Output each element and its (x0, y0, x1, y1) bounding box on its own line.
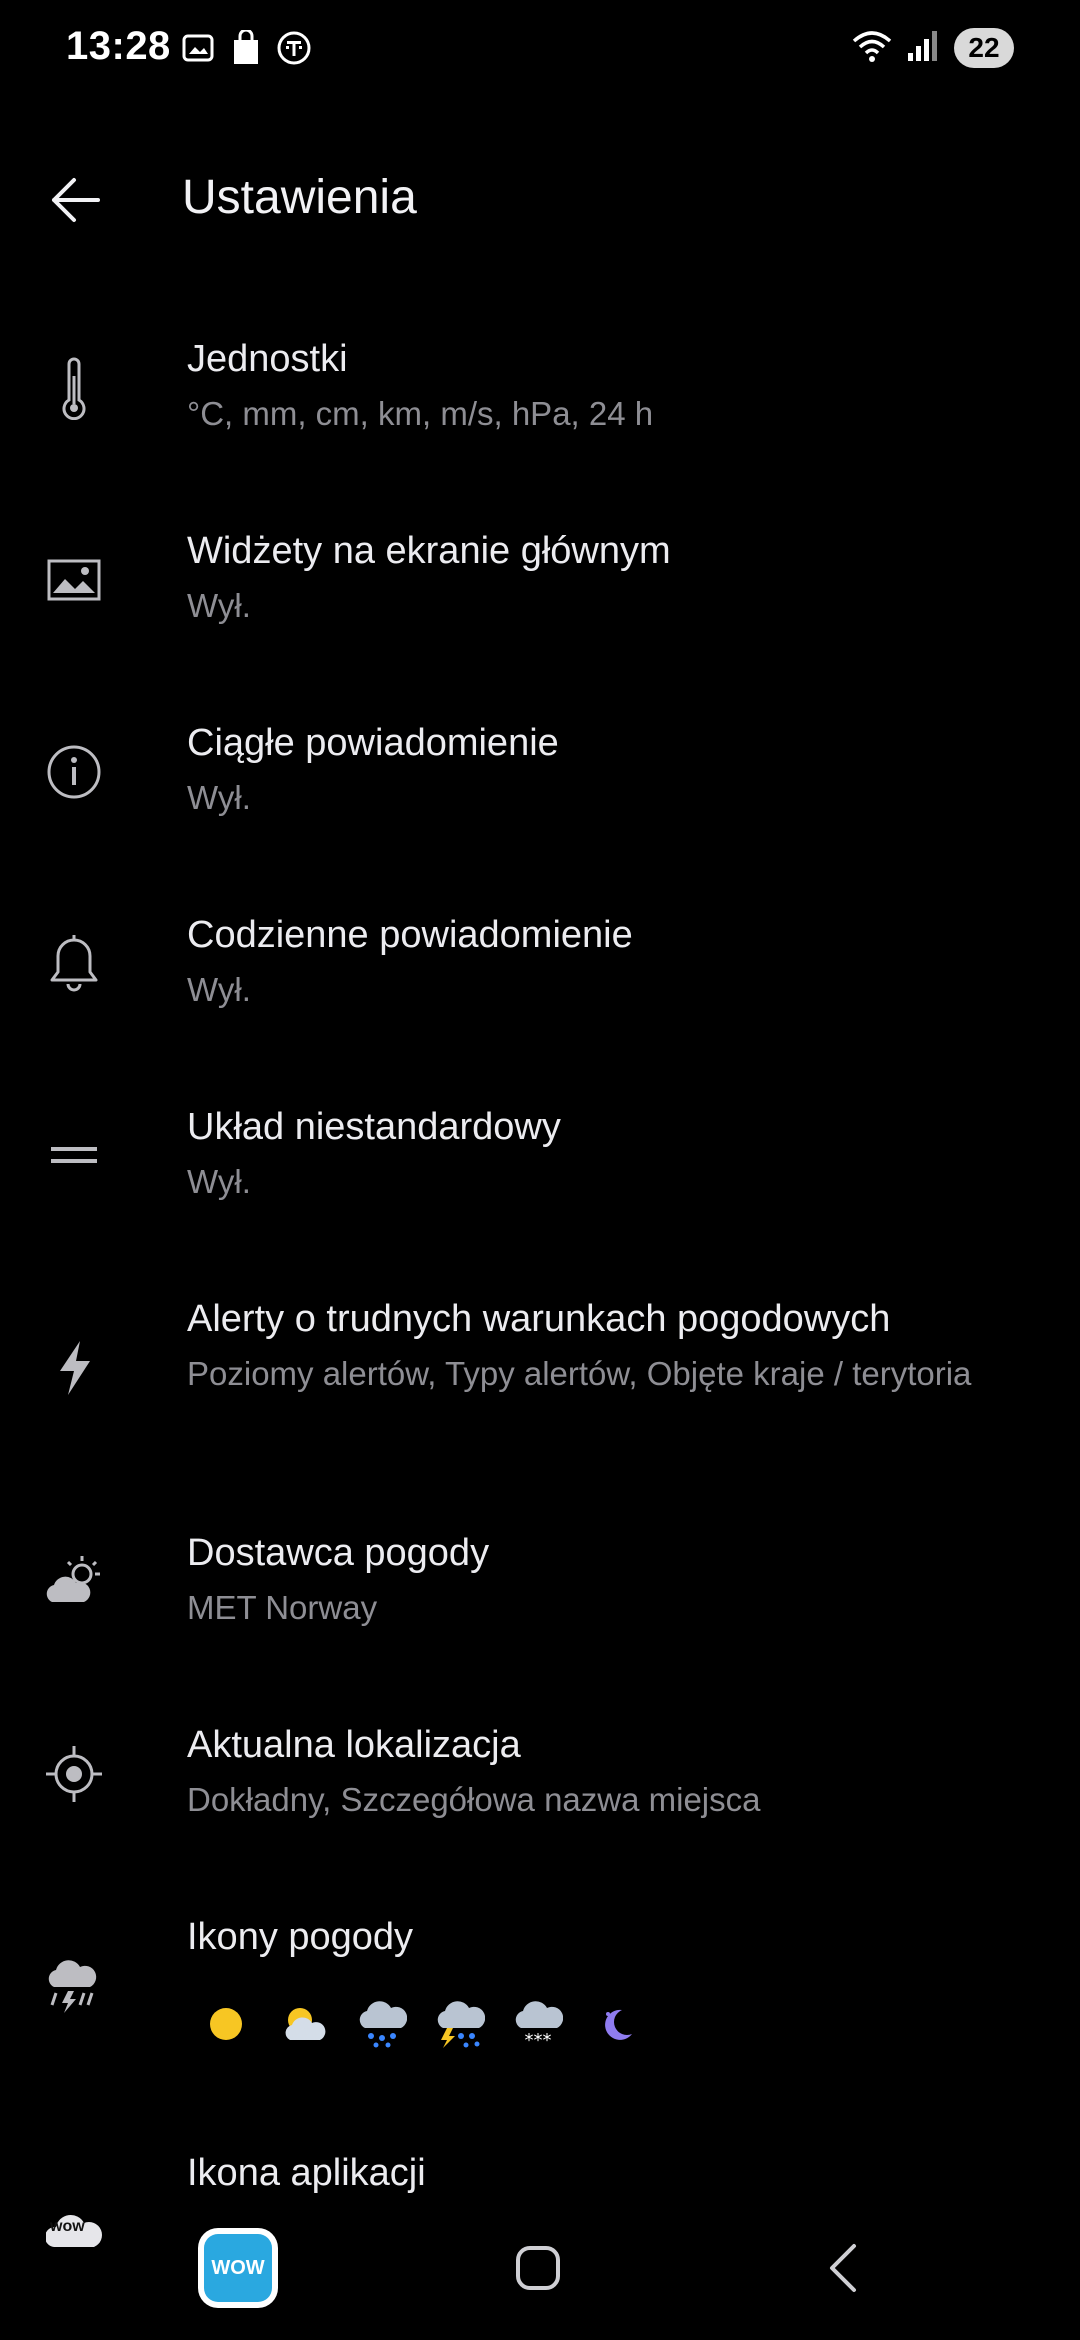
nav-back-button[interactable] (822, 2242, 866, 2294)
setting-daily-notification-title: Codzienne powiadomienie (187, 914, 633, 956)
setting-units-subtitle: °C, mm, cm, km, m/s, hPa, 24 h (187, 395, 654, 432)
settings-screen: 13:28 22 Ustawienia Jednostki °C, mm, cm… (0, 0, 1080, 2340)
svg-text:***: *** (525, 2030, 552, 2048)
app-shortcut-icon: WOW (204, 2234, 272, 2302)
arrow-left-icon (52, 178, 100, 222)
sun-cloud-icon (38, 1546, 110, 1618)
page-title: Ustawienia (182, 171, 417, 224)
snow-icon: *** (512, 1998, 564, 2050)
setting-persistent-notification-title: Ciągłe powiadomienie (187, 722, 559, 764)
battery-indicator: 22 (954, 28, 1014, 68)
shopping-bag-icon (230, 28, 262, 71)
wifi-icon (852, 29, 892, 68)
setting-severe-alerts-title: Alerty o trudnych warunkach pogodowych (187, 1298, 891, 1340)
setting-custom-layout-subtitle: Wył. (187, 1163, 251, 1200)
setting-widgets-title: Widżety na ekranie głównym (187, 530, 671, 572)
carrier-logo-icon (276, 30, 312, 71)
setting-persistent-notification[interactable]: Ciągłe powiadomienie Wył. (0, 706, 1080, 856)
app-shortcut-button[interactable]: WOW (198, 2228, 278, 2308)
storm-cloud-icon (38, 1950, 110, 2022)
lightning-bolt-icon (38, 1332, 110, 1404)
bell-icon (38, 928, 110, 1000)
moon-night-icon (590, 1998, 642, 2050)
setting-widgets-subtitle: Wył. (187, 587, 251, 624)
image-icon (38, 544, 110, 616)
status-icons-left (180, 28, 312, 71)
back-button[interactable] (40, 164, 112, 236)
setting-current-location[interactable]: Aktualna lokalizacja Dokładny, Szczegóło… (0, 1708, 1080, 1858)
home-button[interactable] (514, 2244, 562, 2292)
setting-severe-alerts-subtitle: Poziomy alertów, Typy alertów, Objęte kr… (187, 1355, 972, 1392)
setting-current-location-subtitle: Dokładny, Szczegółowa nazwa miejsca (187, 1781, 761, 1818)
setting-custom-layout-title: Układ niestandardowy (187, 1106, 561, 1148)
app-bar: Ustawienia (0, 140, 1080, 260)
setting-daily-notification[interactable]: Codzienne powiadomienie Wył. (0, 898, 1080, 1048)
partly-cloudy-icon (278, 1998, 330, 2050)
weather-icons-preview: *** (200, 1998, 642, 2050)
setting-persistent-notification-subtitle: Wył. (187, 779, 251, 816)
layout-lines-icon (38, 1120, 110, 1192)
setting-units[interactable]: Jednostki °C, mm, cm, km, m/s, hPa, 24 h (0, 322, 1080, 472)
navigation-bar: WOW (0, 2190, 1080, 2340)
setting-weather-icons[interactable]: Ikony pogody *** (0, 1900, 1080, 2070)
setting-units-title: Jednostki (187, 338, 348, 380)
setting-weather-provider[interactable]: Dostawca pogody MET Norway (0, 1516, 1080, 1666)
home-square-icon (516, 2246, 560, 2290)
rain-icon (356, 1998, 408, 2050)
info-icon (38, 736, 110, 808)
status-time: 13:28 (66, 24, 171, 68)
location-target-icon (38, 1738, 110, 1810)
setting-custom-layout[interactable]: Układ niestandardowy Wył. (0, 1090, 1080, 1240)
app-shortcut-label: WOW (211, 2256, 265, 2279)
setting-weather-icons-title: Ikony pogody (187, 1916, 414, 1958)
signal-icon (906, 29, 940, 68)
setting-weather-provider-subtitle: MET Norway (187, 1589, 378, 1626)
sunny-icon (200, 1998, 252, 2050)
setting-severe-alerts[interactable]: Alerty o trudnych warunkach pogodowych P… (0, 1282, 1080, 1472)
thunderstorm-rain-icon (434, 1998, 486, 2050)
setting-app-icon-title: Ikona aplikacji (187, 2152, 426, 2194)
status-icons-right: 22 (852, 28, 1014, 68)
setting-daily-notification-subtitle: Wył. (187, 971, 251, 1008)
screenshot-icon (180, 30, 216, 71)
thermometer-icon (38, 352, 110, 424)
setting-current-location-title: Aktualna lokalizacja (187, 1724, 521, 1766)
setting-widgets[interactable]: Widżety na ekranie głównym Wył. (0, 514, 1080, 664)
setting-weather-provider-title: Dostawca pogody (187, 1532, 490, 1574)
chevron-left-icon (830, 2244, 856, 2292)
status-bar: 13:28 22 (0, 0, 1080, 100)
